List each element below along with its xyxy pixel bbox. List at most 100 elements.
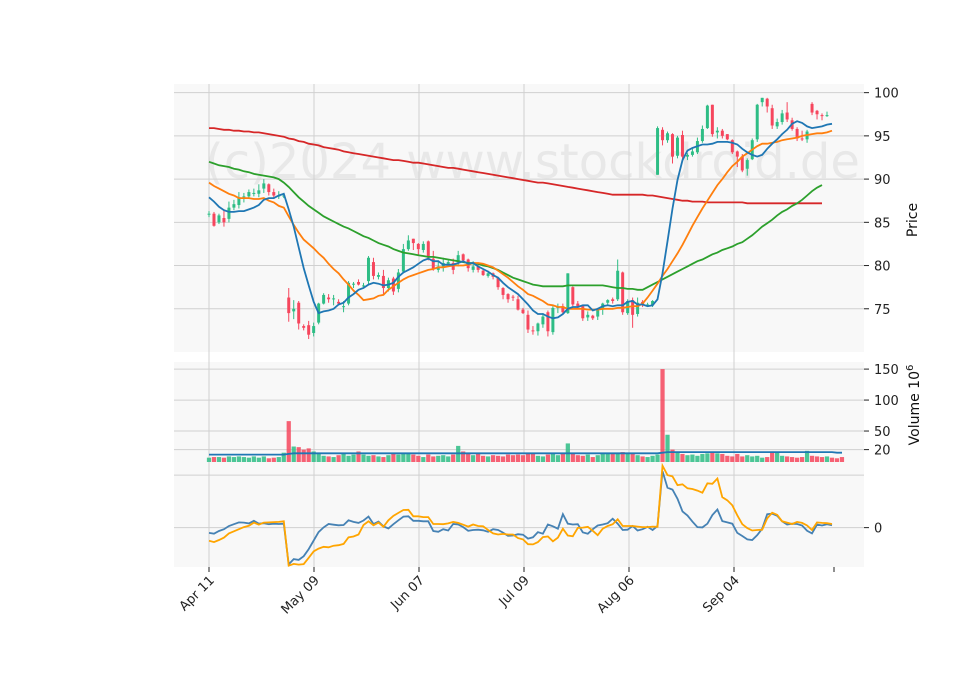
- x-tick-label: Aug 06: [595, 573, 638, 616]
- candle-body: [232, 204, 236, 208]
- volume-bar: [630, 453, 635, 462]
- volume-bar: [645, 457, 650, 462]
- volume-bar: [421, 457, 426, 462]
- candle-body: [825, 115, 829, 117]
- candle-body: [272, 192, 276, 196]
- volume-bar: [765, 457, 770, 462]
- candle-body: [342, 306, 346, 308]
- candle-body: [366, 257, 370, 282]
- candle-body: [287, 297, 291, 314]
- candle-body: [312, 326, 316, 333]
- volume-bar: [366, 455, 371, 462]
- candle-body: [621, 272, 625, 313]
- volume-bar: [391, 453, 396, 462]
- volume-bar: [336, 455, 341, 462]
- volume-bar: [705, 453, 710, 462]
- volume-bar: [266, 458, 271, 462]
- volume-bar: [725, 455, 730, 462]
- volume-panel: [174, 362, 864, 462]
- candle-body: [611, 299, 615, 301]
- candle-body: [661, 129, 665, 141]
- volume-bar: [834, 458, 840, 462]
- candle-body: [680, 135, 684, 157]
- volume-bar: [251, 456, 256, 462]
- volume-bar: [710, 452, 715, 462]
- volume-bar: [520, 455, 526, 462]
- volume-bar: [416, 455, 421, 462]
- volume-bar: [824, 456, 830, 462]
- candle-body: [297, 302, 301, 324]
- volume-bar: [829, 457, 835, 462]
- volume-bar: [580, 455, 585, 462]
- candle-body: [715, 130, 719, 133]
- volume-bar: [471, 455, 476, 462]
- candle-body: [780, 113, 784, 123]
- volume-bar: [585, 454, 590, 462]
- candle-body: [690, 151, 694, 155]
- volume-bar: [600, 453, 605, 462]
- volume-bar: [515, 454, 521, 462]
- price-tick-label: 85: [874, 216, 891, 231]
- volume-axis-title-exponent: 6: [905, 365, 916, 371]
- candle-body: [376, 275, 380, 277]
- volume-bar: [640, 456, 645, 462]
- candle-body: [685, 154, 689, 157]
- candle-body: [411, 238, 415, 244]
- volume-bar: [525, 453, 531, 462]
- volume-bar: [441, 455, 446, 462]
- candlestick: [212, 211, 216, 227]
- price-tick-label: 80: [874, 260, 891, 275]
- candlestick: [571, 286, 575, 307]
- price-tick-label: 75: [874, 303, 891, 318]
- volume-bar: [221, 457, 227, 462]
- volume-bar: [271, 457, 276, 462]
- candlestick: [366, 256, 370, 286]
- chart-canvas: (c)2024 www.stockdroid.de 75808590951002…: [174, 84, 923, 617]
- volume-bar: [241, 457, 247, 462]
- volume-bar: [361, 454, 366, 462]
- volume-bar: [720, 453, 725, 462]
- volume-bar: [560, 453, 565, 462]
- candle-body: [332, 298, 336, 300]
- price-tick-label: 90: [874, 173, 891, 188]
- x-tick-label: Jun 07: [388, 573, 428, 613]
- volume-bar: [675, 452, 680, 462]
- volume-bar: [276, 457, 281, 462]
- volume-bar: [256, 457, 261, 462]
- volume-bar: [690, 454, 695, 462]
- volume-bar: [799, 457, 805, 462]
- volume-bar: [610, 453, 615, 462]
- candle-body: [700, 128, 704, 142]
- volume-bar: [505, 454, 511, 462]
- candle-body: [481, 270, 485, 276]
- candle-body: [262, 183, 266, 189]
- candle-body: [536, 323, 540, 332]
- volume-bar: [789, 457, 795, 462]
- candlestick: [396, 269, 400, 293]
- candle-body: [511, 296, 515, 298]
- candle-body: [770, 108, 774, 126]
- candle-body: [705, 105, 709, 129]
- volume-bar: [226, 456, 232, 462]
- x-tick-label: Sep 04: [700, 573, 743, 616]
- volume-bar: [466, 453, 471, 462]
- volume-bar: [261, 456, 266, 462]
- volume-bar: [794, 457, 800, 462]
- candlestick: [705, 104, 709, 129]
- volume-bar: [431, 456, 436, 462]
- candlestick: [680, 130, 684, 161]
- volume-bar: [500, 456, 506, 462]
- candle-body: [810, 103, 814, 113]
- candle-body: [302, 326, 306, 328]
- candle-body: [591, 315, 595, 319]
- candle-body: [217, 215, 221, 223]
- volume-bar: [316, 453, 321, 462]
- volume-bar: [665, 434, 670, 462]
- volume-bar: [411, 454, 416, 462]
- volume-bar: [700, 453, 705, 462]
- candle-body: [760, 97, 764, 103]
- volume-bar: [406, 453, 411, 462]
- volume-bar: [605, 453, 610, 462]
- volume-bar: [321, 455, 326, 462]
- volume-bar: [401, 453, 406, 462]
